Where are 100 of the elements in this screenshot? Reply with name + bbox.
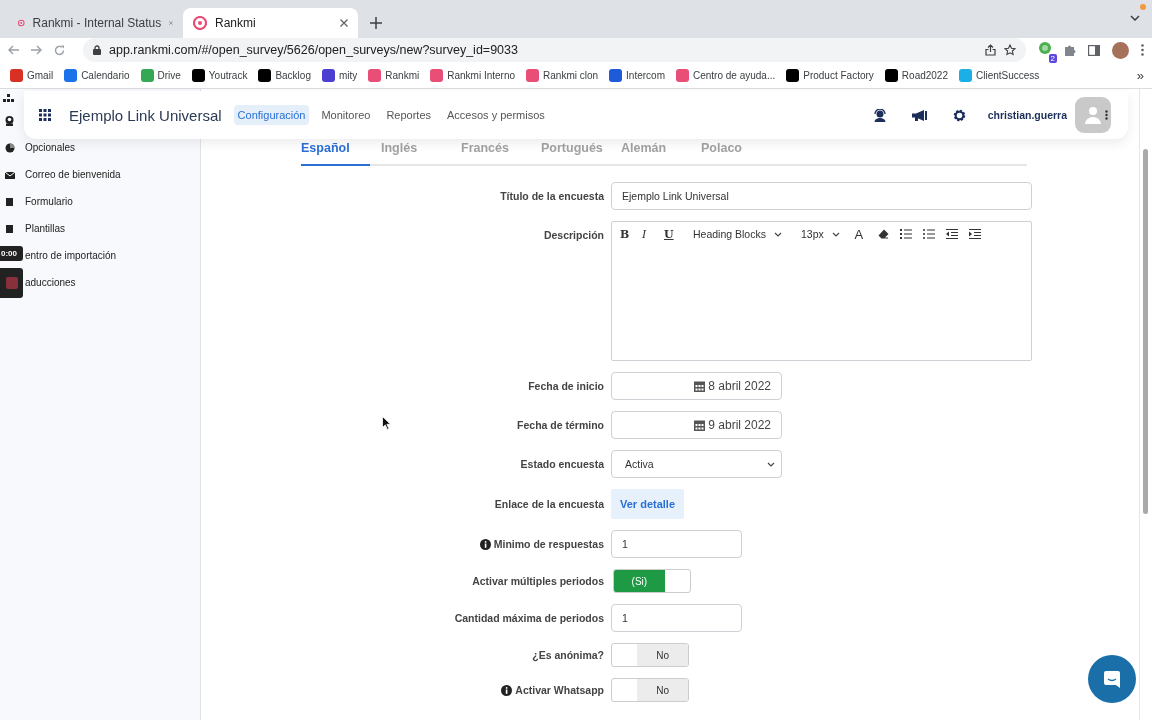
bookmark[interactable]: Road2022 [884,68,948,82]
bookmark[interactable]: Gmail [10,68,54,82]
title-field[interactable]: Ejemplo Link Universal [611,182,1032,210]
sidebar-item[interactable]: Correo de bienvenida [25,169,121,180]
sidebar-item[interactable]: Opcionales [25,142,76,153]
date-value: 8 abril 2022 [708,379,771,393]
more-icon[interactable] [1141,44,1144,56]
font-color-button[interactable]: A [847,226,870,242]
chat-icon [1102,669,1122,689]
sidebar-item[interactable]: aducciones [25,277,76,288]
chat-button[interactable] [1088,655,1136,703]
bookmark[interactable]: Intercom [609,68,665,82]
bookmark[interactable]: Youtrack [191,68,248,82]
reload-icon[interactable] [54,44,65,56]
format-button[interactable]: U [664,227,686,241]
chevron-down-icon [773,231,782,237]
mouse-cursor-icon [382,416,391,430]
nav-tab[interactable]: Accesos y permisos [443,105,549,125]
puzzle-icon[interactable] [1064,44,1076,56]
format-button[interactable]: B [620,227,642,241]
status-select[interactable]: Activa [611,450,782,478]
bookmark-icon [193,16,207,30]
sidebar-icon[interactable] [1088,44,1100,56]
rich-text-editor[interactable]: B I U Heading Blocks 13px A [611,221,1032,361]
field-label: Título de la encuesta [500,190,604,202]
settings-icon[interactable] [952,108,966,122]
field-label: Fecha de inicio [528,380,604,392]
recording-timer: 0:00 [0,246,23,261]
calendar-icon [694,380,706,392]
outdent-icon[interactable] [945,229,958,239]
bookmark[interactable]: mity [321,68,358,82]
chevron-down-icon[interactable] [1130,15,1140,21]
profile-avatar[interactable] [1112,41,1129,59]
address-bar[interactable]: app.rankmi.com/#/open_survey/5626/open_surveys/new?survey_id=9033 [83,38,1026,62]
nav-tab[interactable]: Reportes [382,105,435,125]
book-icon [5,223,15,234]
toggle-switch[interactable]: No [611,678,689,702]
pie-chart-icon [5,142,15,153]
lock-icon [93,45,101,55]
nav-tab[interactable]: Configuración [233,105,310,125]
book-icon [5,196,15,207]
org-chart-icon [3,94,14,102]
support-agent-icon[interactable] [873,108,886,122]
bullet-list-icon[interactable] [922,229,935,239]
format-button[interactable]: I [642,227,664,241]
bookmark[interactable]: Product Factory [786,68,874,82]
forward-icon[interactable] [31,45,42,55]
close-icon[interactable] [340,19,348,27]
browser-tab[interactable]: Rankmi [183,8,358,38]
envelope-icon [5,169,15,180]
nav-tab[interactable]: Monitoreo [317,105,375,125]
more-icon[interactable] [1105,110,1108,120]
bookmark[interactable]: Calendario [64,68,130,82]
chevron-down-icon [767,461,775,467]
extension-icon[interactable] [1038,41,1052,55]
bookmark[interactable]: Centro de ayuda... [675,68,776,82]
number-field[interactable]: 1 [611,530,742,558]
sidebar-item[interactable]: Formulario [25,196,73,207]
sidebar-item[interactable]: entro de importación [25,250,117,261]
eraser-icon[interactable] [877,229,889,239]
bookmark[interactable]: Rankmi clon [526,68,599,82]
calendar-icon [694,419,706,431]
field-label: Estado encuesta [520,458,604,470]
bookmark[interactable]: ClientSuccess [959,68,1040,82]
bookmark[interactable]: Rankmi [368,68,420,82]
bookmarks-overflow[interactable]: » [1136,67,1144,83]
back-icon[interactable] [8,45,19,55]
date-field[interactable]: 9 abril 2022 [611,411,782,439]
date-value: 9 abril 2022 [708,418,771,432]
share-icon[interactable] [985,44,996,56]
font-size-dropdown[interactable]: 13px [800,228,840,240]
star-icon[interactable] [1004,44,1016,56]
block-format-dropdown[interactable]: Heading Blocks [693,228,782,240]
field-label: Activar Whatsapp [515,684,604,696]
field-label: Descripción [543,229,604,241]
ordered-list-icon[interactable] [899,229,912,239]
bookmark[interactable]: Rankmi Interno [430,68,516,82]
sidebar-item[interactable]: Plantillas [25,223,66,234]
field-label: ¿Es anónima? [532,649,604,661]
chevron-down-icon [831,231,840,237]
toggle-switch[interactable]: (Si) [613,569,691,593]
survey-title: Ejemplo Link Universal [69,106,222,124]
count-badge: 2 [1048,54,1057,63]
indent-icon[interactable] [968,229,981,239]
language-tab[interactable]: Español [301,141,381,166]
toggle-switch[interactable]: No [611,643,689,667]
field-label: Enlace de la encuesta [494,498,604,510]
bookmark[interactable]: Backlog [258,68,311,82]
number-field[interactable]: 1 [611,604,742,632]
field-label: Minimo de respuestas [493,538,604,550]
bookmark[interactable]: Drive [140,68,181,82]
apps-grid-icon[interactable] [39,109,51,121]
browser-tab[interactable]: Rankmi - Internal Status [8,8,183,38]
view-detail-button[interactable]: Ver detalle [611,489,685,519]
megaphone-icon[interactable] [911,109,927,121]
notification-dot [1140,4,1146,10]
user-name[interactable]: christian.guerra [987,109,1067,121]
date-field[interactable]: 8 abril 2022 [611,372,782,400]
field-label: Cantidad máxima de periodos [454,612,604,624]
user-icon [5,115,14,126]
